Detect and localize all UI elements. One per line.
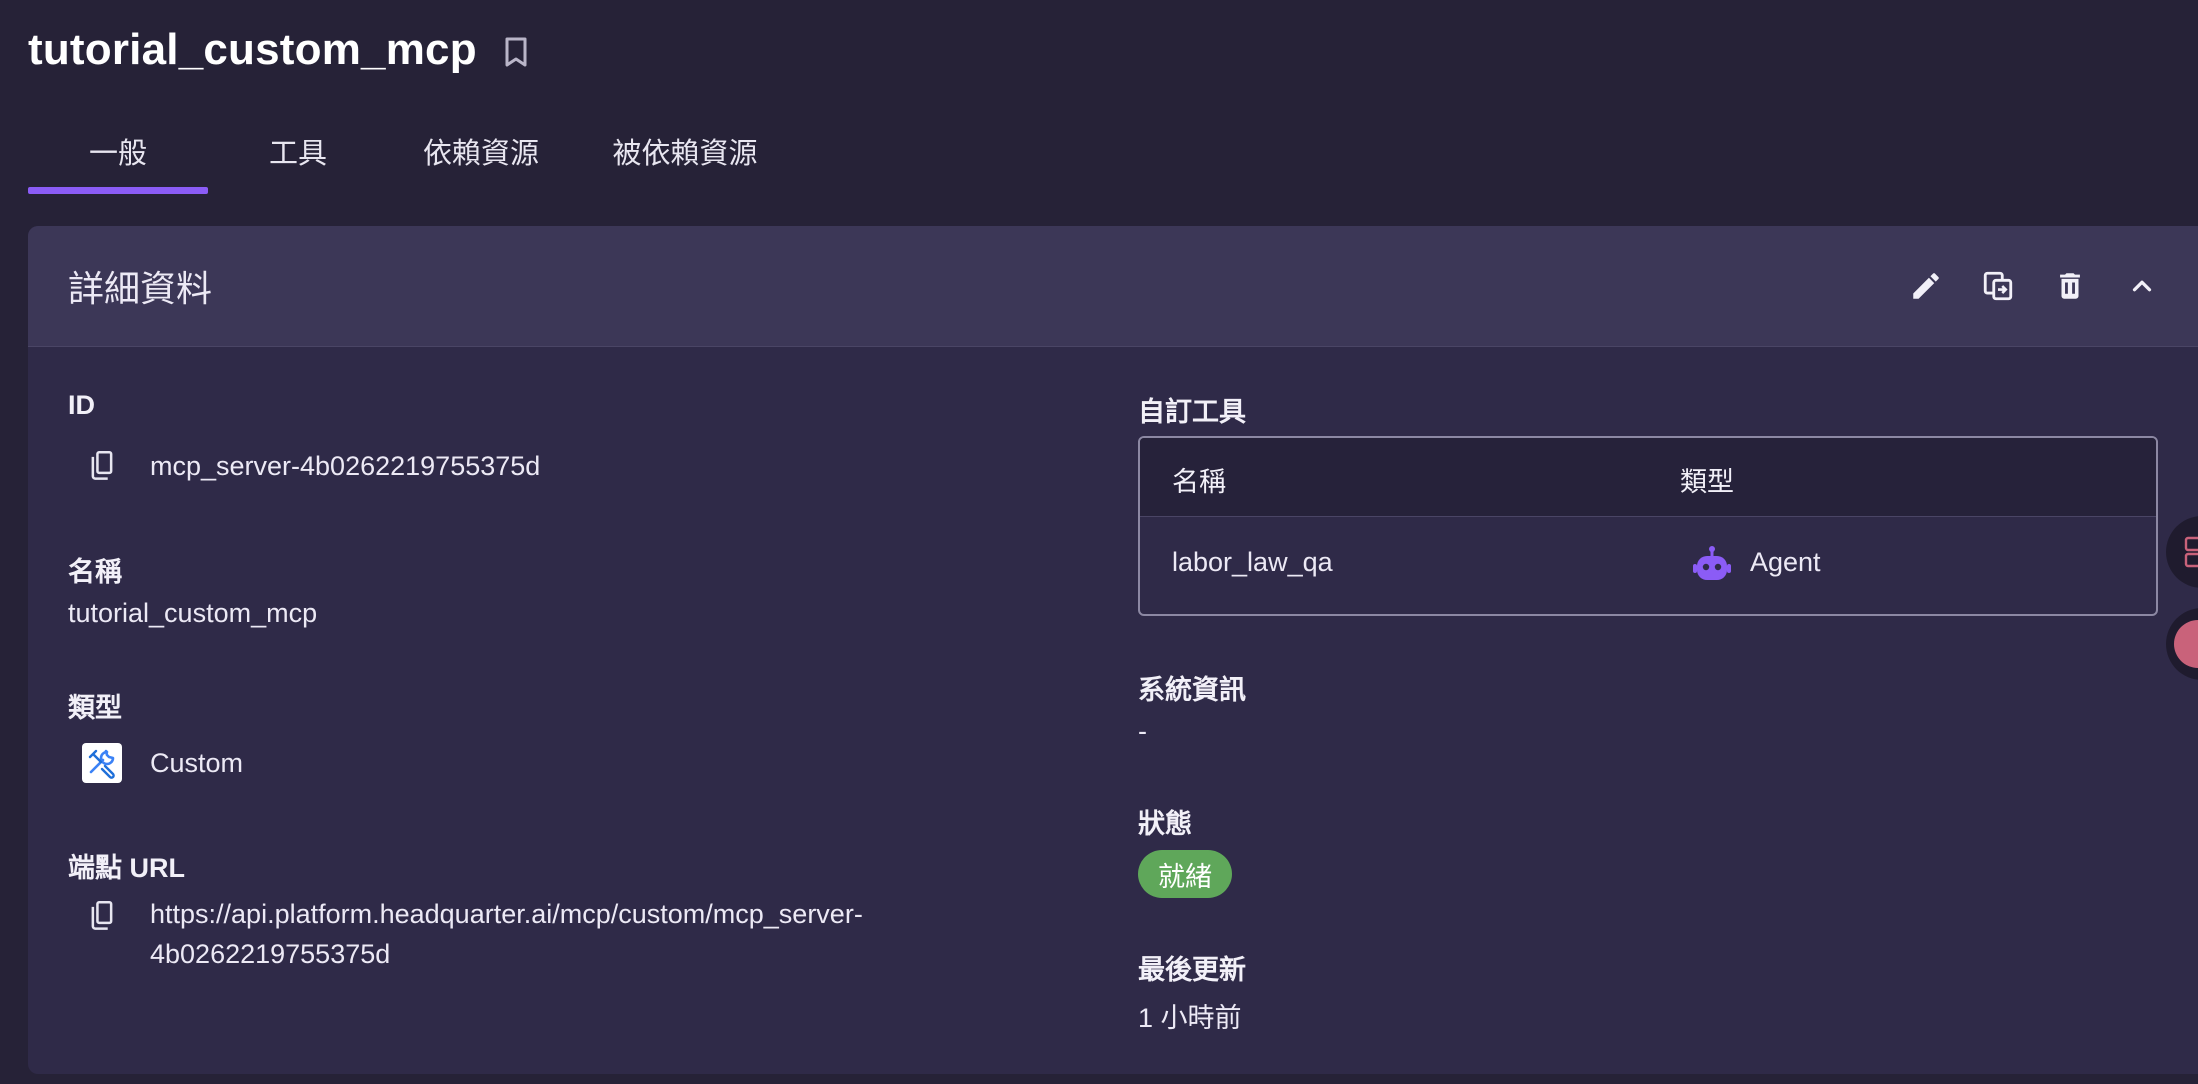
type-value: Custom — [150, 748, 244, 778]
custom-tools-table: 名稱 類型 labor_law_qa Agent — [1138, 436, 2158, 616]
delete-button[interactable] — [2034, 250, 2106, 322]
tab-bar: 一般 工具 依賴資源 被依賴資源 — [28, 118, 796, 194]
robot-icon — [1692, 545, 1732, 590]
custom-tools-label: 自訂工具 — [1138, 397, 1246, 427]
custom-tool-icon — [80, 742, 124, 784]
page-title: tutorial_custom_mcp — [28, 25, 477, 74]
status-badge: 就緒 — [1138, 850, 1232, 898]
name-label: 名稱 — [68, 557, 122, 587]
copy-id-button[interactable] — [80, 450, 124, 482]
tool-type: Agent — [1750, 547, 1821, 577]
tab-tools-label: 工具 — [268, 138, 327, 170]
tab-dependencies-label: 依賴資源 — [422, 138, 539, 170]
duplicate-button[interactable] — [1962, 250, 2034, 322]
endpoint-value: https://api.platform.headquarter.ai/mcp/… — [150, 894, 863, 974]
last-updated-value: 1 小時前 — [1138, 1003, 1242, 1033]
system-info-value: - — [1138, 716, 1147, 746]
type-row: Custom — [80, 742, 243, 784]
endpoint-label: 端點 URL — [68, 853, 185, 883]
collapse-button[interactable] — [2106, 250, 2178, 322]
trash-icon — [2060, 273, 2080, 299]
edit-button[interactable] — [1890, 250, 1962, 322]
copy-icon — [91, 901, 113, 930]
layout-icon — [2184, 536, 2198, 568]
copy-icon — [91, 451, 113, 480]
table-header: 名稱 類型 — [1140, 438, 2156, 517]
pencil-icon — [1913, 273, 1939, 299]
id-label: ID — [68, 390, 95, 420]
name-value: tutorial_custom_mcp — [68, 598, 318, 628]
endpoint-value-line-1: https://api.platform.headquarter.ai/mcp/… — [150, 899, 863, 929]
table-row[interactable]: labor_law_qa Agent — [1140, 517, 2156, 614]
endpoint-row: https://api.platform.headquarter.ai/mcp/… — [80, 894, 863, 974]
type-label: 類型 — [68, 693, 122, 723]
id-row: mcp_server-4b0262219755375d — [80, 450, 540, 482]
details-title: 詳細資料 — [68, 268, 213, 309]
copy-endpoint-button[interactable] — [80, 894, 124, 932]
endpoint-value-line-2: 4b0262219755375d — [150, 939, 391, 969]
tab-tools[interactable]: 工具 — [208, 118, 388, 194]
tab-dependents-label: 被依賴資源 — [612, 138, 758, 170]
column-header-name: 名稱 — [1172, 467, 1226, 497]
tab-general-label: 一般 — [88, 138, 147, 170]
system-info-label: 系統資訊 — [1138, 675, 1246, 705]
page-header: tutorial_custom_mcp — [28, 20, 529, 80]
column-header-type: 類型 — [1680, 467, 1734, 497]
bookmark-icon[interactable] — [503, 36, 529, 68]
details-card-header: 詳細資料 — [28, 226, 2198, 347]
chevron-up-icon — [2132, 280, 2152, 292]
details-card: 詳細資料 ID mcp_server-4b0262219755375d 名稱 t… — [28, 226, 2198, 1074]
assistant-icon — [2174, 620, 2198, 668]
tool-name: labor_law_qa — [1172, 547, 1333, 577]
duplicate-icon — [1983, 271, 2013, 301]
id-value: mcp_server-4b0262219755375d — [150, 451, 541, 481]
details-actions — [1890, 226, 2178, 346]
tab-dependents[interactable]: 被依賴資源 — [574, 118, 796, 194]
tab-general[interactable]: 一般 — [28, 118, 208, 194]
last-updated-label: 最後更新 — [1138, 955, 1246, 985]
tab-dependencies[interactable]: 依賴資源 — [388, 118, 574, 194]
status-label: 狀態 — [1138, 809, 1192, 839]
